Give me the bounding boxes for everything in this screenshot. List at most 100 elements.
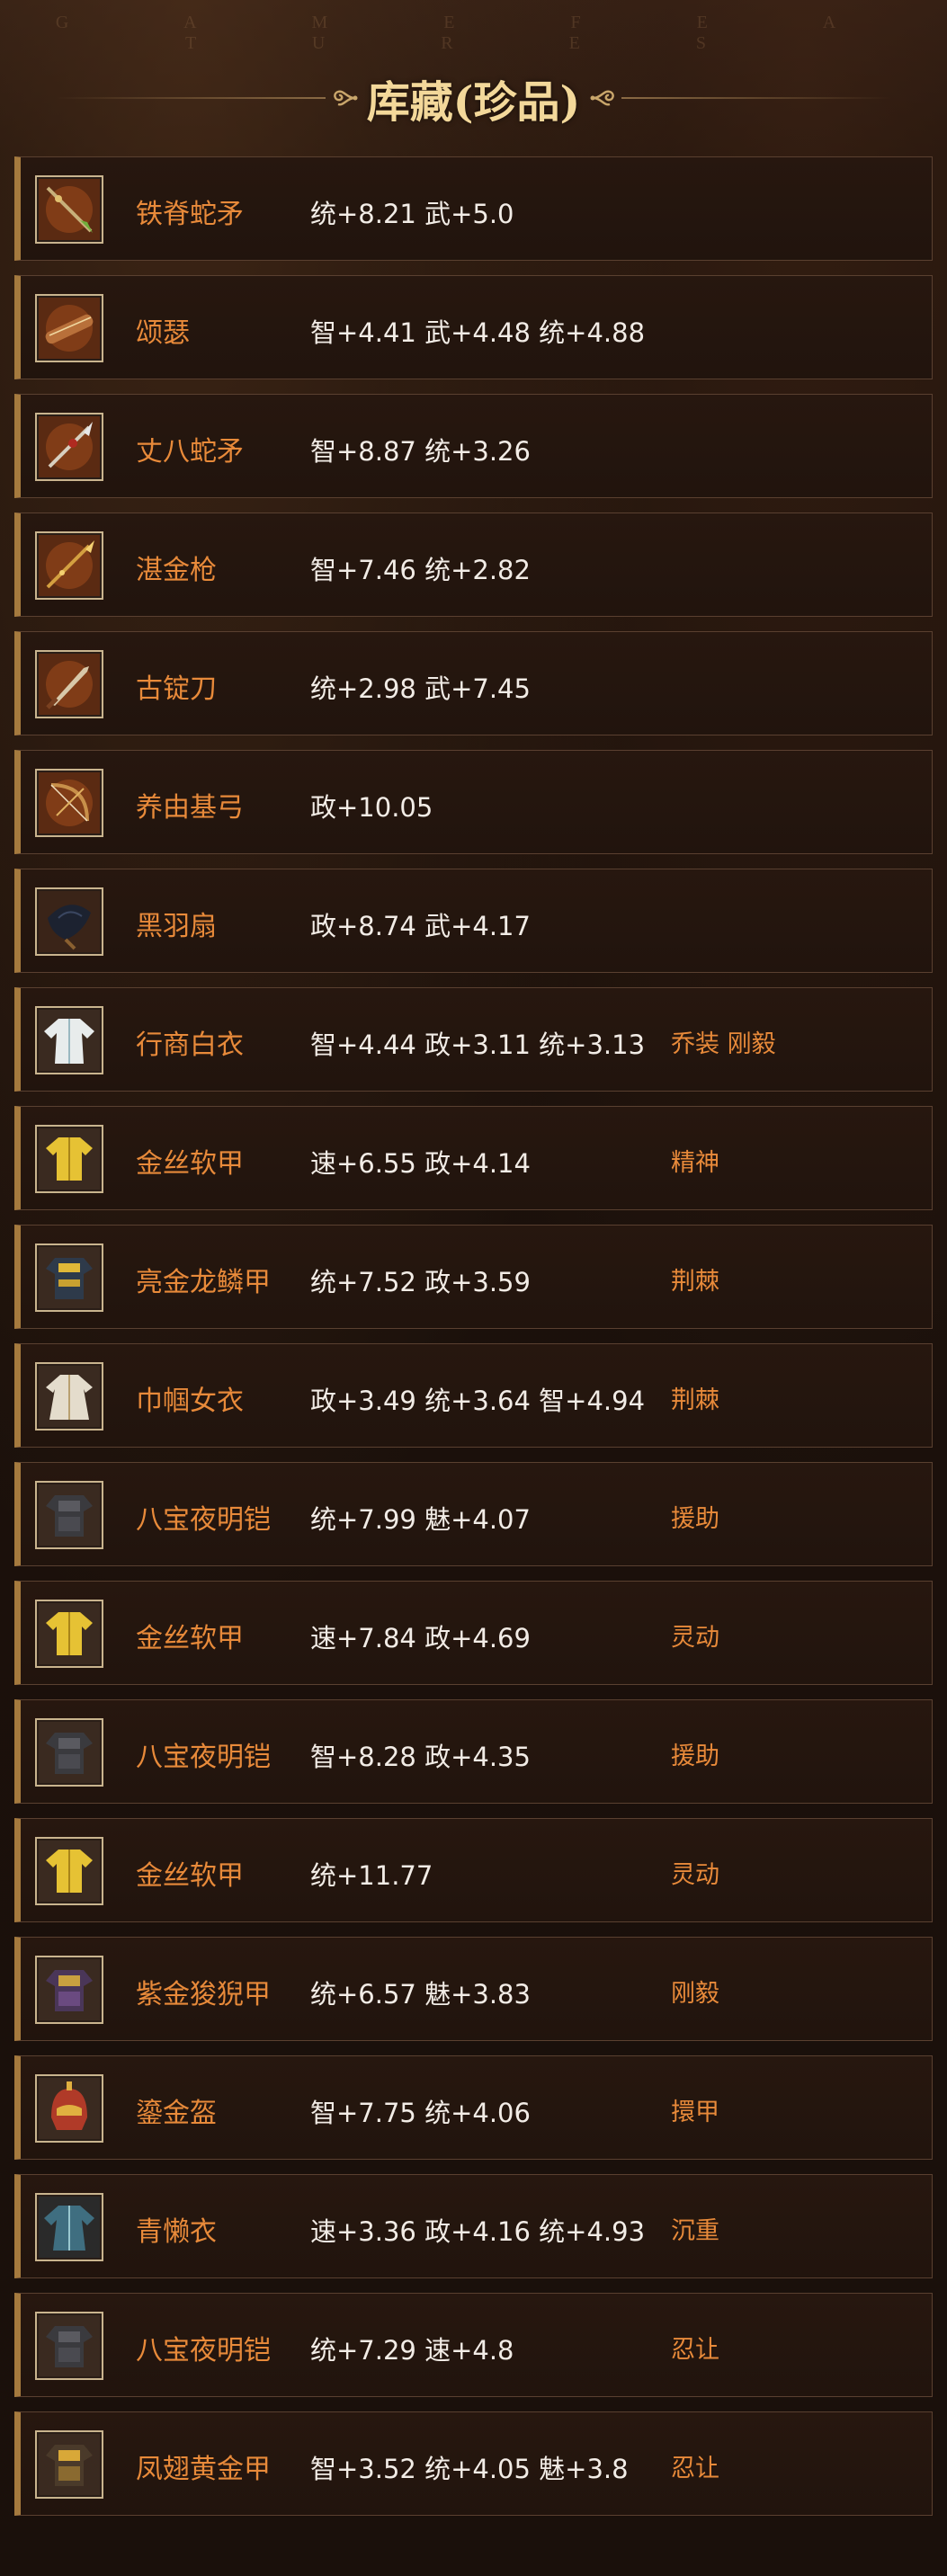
- dark-armor-icon: [39, 1484, 100, 1546]
- item-name: 金丝软甲: [136, 1860, 244, 1892]
- serpent-spear-icon: [39, 416, 100, 477]
- item-stats: 速+3.36 政+4.16 统+4.93: [310, 2216, 646, 2247]
- item-icon-frame: [35, 1243, 103, 1312]
- treasure-row[interactable]: 亮金龙鳞甲 统+7.52 政+3.59 荆棘: [14, 1225, 933, 1329]
- item-traits: 灵动: [671, 1624, 719, 1652]
- treasure-row[interactable]: 养由基弓 政+10.05: [14, 750, 933, 854]
- gold-spear-icon: [39, 535, 100, 596]
- treasure-row[interactable]: 古锭刀 统+2.98 武+7.45: [14, 631, 933, 735]
- treasure-list: 铁脊蛇矛 统+8.21 武+5.0 颂瑟 智+4.41 武+4.48 统+4.8…: [14, 156, 933, 2530]
- treasure-row[interactable]: 铁脊蛇矛 统+8.21 武+5.0: [14, 156, 933, 261]
- item-stats: 统+7.29 速+4.8: [310, 2335, 514, 2366]
- item-stats: 智+7.46 统+2.82: [310, 555, 531, 585]
- item-name: 养由基弓: [136, 792, 244, 824]
- item-name: 巾帼女衣: [136, 1386, 244, 1417]
- treasure-row[interactable]: 金丝软甲 统+11.77 灵动: [14, 1818, 933, 1922]
- item-icon-frame: [35, 887, 103, 956]
- item-icon-frame: [35, 1956, 103, 2024]
- golden-vest-icon: [39, 1603, 100, 1664]
- treasure-row[interactable]: 紫金狻猊甲 统+6.57 魅+3.83 刚毅: [14, 1937, 933, 2041]
- item-traits: 忍让: [671, 2455, 719, 2482]
- header-watermark: G A M E F E A T U R E S: [55, 13, 892, 53]
- item-traits: 灵动: [671, 1861, 719, 1889]
- item-traits: 援助: [671, 1743, 719, 1770]
- treasure-row[interactable]: 湛金枪 智+7.46 统+2.82: [14, 513, 933, 617]
- bow-icon: [39, 772, 100, 833]
- spear-icon: [39, 179, 100, 240]
- item-stats: 智+3.52 统+4.05 魅+3.8: [310, 2454, 629, 2484]
- lady-robe-icon: [39, 1366, 100, 1427]
- treasure-row[interactable]: 巾帼女衣 政+3.49 统+3.64 智+4.94 荆棘: [14, 1343, 933, 1448]
- item-traits: 乔装 刚毅: [671, 1030, 776, 1058]
- item-icon-frame: [35, 2312, 103, 2380]
- item-icon-frame: [35, 1006, 103, 1074]
- dark-armor-icon: [39, 2315, 100, 2376]
- item-stats: 统+6.57 魅+3.83: [310, 1979, 531, 2010]
- item-stats: 速+7.84 政+4.69: [310, 1623, 531, 1653]
- treasure-row[interactable]: 八宝夜明铠 统+7.99 魅+4.07 援助: [14, 1462, 933, 1566]
- item-icon-frame: [35, 1481, 103, 1549]
- item-traits: 擐甲: [671, 2099, 719, 2126]
- item-icon-frame: [35, 294, 103, 362]
- item-stats: 智+4.41 武+4.48 统+4.88: [310, 317, 646, 348]
- item-name: 亮金龙鳞甲: [136, 1267, 271, 1298]
- item-icon-frame: [35, 175, 103, 244]
- item-name: 金丝软甲: [136, 1623, 244, 1654]
- item-stats: 统+11.77: [310, 1860, 433, 1891]
- treasure-row[interactable]: 八宝夜明铠 智+8.28 政+4.35 援助: [14, 1699, 933, 1804]
- item-stats: 智+4.44 政+3.11 统+3.13: [310, 1030, 646, 1060]
- treasure-row[interactable]: 黑羽扇 政+8.74 武+4.17: [14, 869, 933, 973]
- treasure-row[interactable]: 颂瑟 智+4.41 武+4.48 统+4.88: [14, 275, 933, 379]
- item-stats: 统+8.21 武+5.0: [310, 199, 514, 229]
- item-stats: 速+6.55 政+4.14: [310, 1148, 531, 1179]
- item-stats: 智+8.28 政+4.35: [310, 1742, 531, 1772]
- treasure-row[interactable]: 金丝软甲 速+7.84 政+4.69 灵动: [14, 1581, 933, 1685]
- item-icon-frame: [35, 1125, 103, 1193]
- item-icon-frame: [35, 1718, 103, 1787]
- item-icon-frame: [35, 1362, 103, 1431]
- item-name: 八宝夜明铠: [136, 2335, 271, 2367]
- treasure-row[interactable]: 青懒衣 速+3.36 政+4.16 统+4.93 沉重: [14, 2174, 933, 2278]
- item-stats: 政+10.05: [310, 792, 433, 823]
- item-traits: 荆棘: [671, 1386, 719, 1414]
- item-icon-frame: [35, 769, 103, 837]
- golden-vest-icon: [39, 1841, 100, 1902]
- white-robe-icon: [39, 1010, 100, 1071]
- item-name: 八宝夜明铠: [136, 1504, 271, 1536]
- treasure-row[interactable]: 行商白衣 智+4.44 政+3.11 统+3.13 乔装 刚毅: [14, 987, 933, 1092]
- treasure-row[interactable]: 凤翅黄金甲 智+3.52 统+4.05 魅+3.8 忍让: [14, 2411, 933, 2516]
- treasure-row[interactable]: 八宝夜明铠 统+7.29 速+4.8 忍让: [14, 2293, 933, 2397]
- feather-fan-icon: [39, 891, 100, 952]
- item-icon-frame: [35, 531, 103, 600]
- item-name: 金丝软甲: [136, 1148, 244, 1180]
- item-traits: 荆棘: [671, 1268, 719, 1296]
- item-name: 湛金枪: [136, 555, 217, 586]
- purple-armor-icon: [39, 1959, 100, 2020]
- item-stats: 统+7.52 政+3.59: [310, 1267, 531, 1297]
- item-icon-frame: [35, 2074, 103, 2143]
- item-stats: 政+8.74 武+4.17: [310, 911, 531, 941]
- item-stats: 政+3.49 统+3.64 智+4.94: [310, 1386, 646, 1416]
- treasure-row[interactable]: 丈八蛇矛 智+8.87 统+3.26: [14, 394, 933, 498]
- item-icon-frame: [35, 1837, 103, 1905]
- item-stats: 智+7.75 统+4.06: [310, 2098, 531, 2128]
- item-name: 凤翅黄金甲: [136, 2454, 271, 2485]
- item-icon-frame: [35, 650, 103, 718]
- item-name: 八宝夜明铠: [136, 1742, 271, 1773]
- item-traits: 精神: [671, 1149, 719, 1177]
- dark-armor-icon: [39, 1722, 100, 1783]
- item-name: 古锭刀: [136, 673, 217, 705]
- page-title: 库藏(珍品): [366, 77, 581, 128]
- item-stats: 智+8.87 统+3.26: [310, 436, 531, 467]
- item-stats: 统+7.99 魅+4.07: [310, 1504, 531, 1535]
- treasure-row[interactable]: 鎏金盔 智+7.75 统+4.06 擐甲: [14, 2055, 933, 2160]
- golden-vest-icon: [39, 1128, 100, 1190]
- item-stats: 统+2.98 武+7.45: [310, 673, 531, 704]
- item-traits: 沉重: [671, 2217, 719, 2245]
- item-icon-frame: [35, 1600, 103, 1668]
- treasure-row[interactable]: 金丝软甲 速+6.55 政+4.14 精神: [14, 1106, 933, 1210]
- item-icon-frame: [35, 2430, 103, 2499]
- item-name: 青懒衣: [136, 2216, 217, 2248]
- item-name: 铁脊蛇矛: [136, 199, 244, 230]
- item-traits: 忍让: [671, 2336, 719, 2364]
